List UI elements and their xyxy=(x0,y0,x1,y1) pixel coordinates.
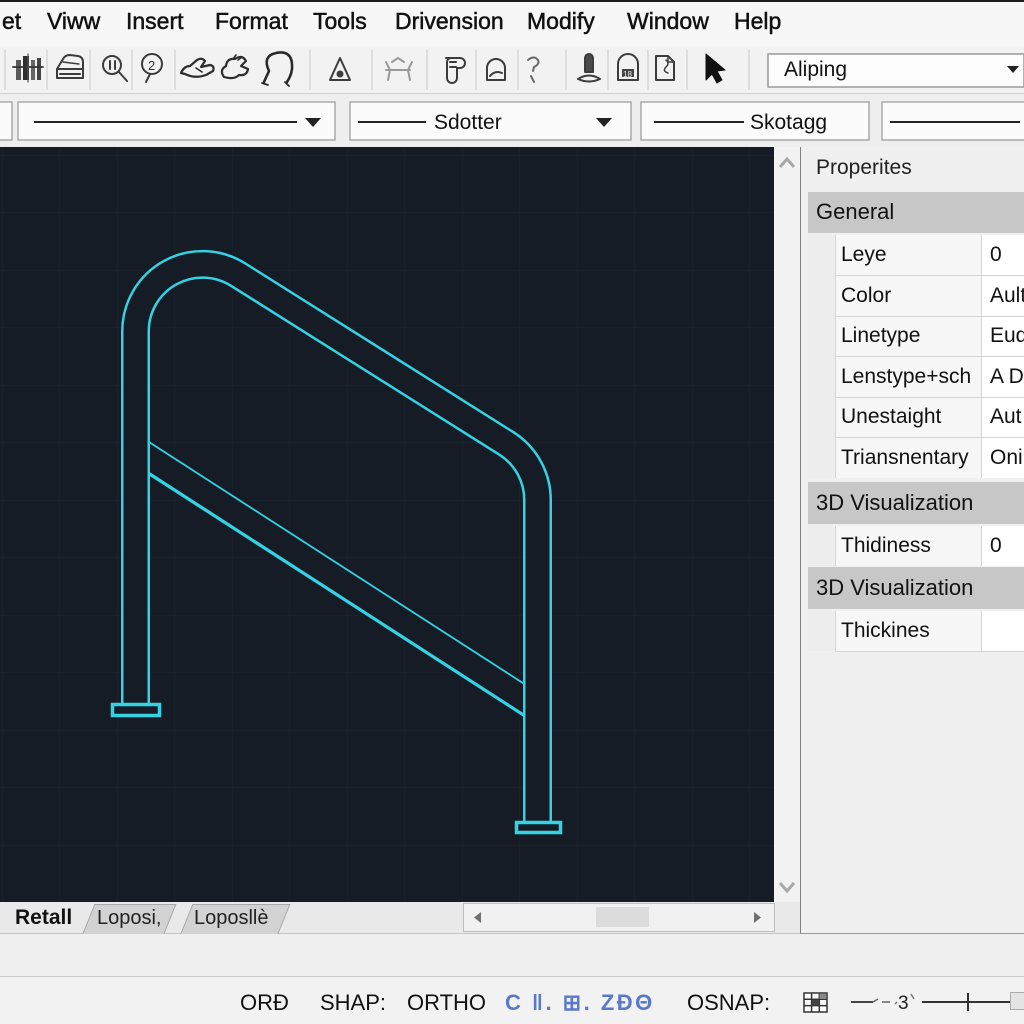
svg-text:2: 2 xyxy=(148,58,155,73)
svg-text:Aliping: Aliping xyxy=(784,58,847,81)
svg-text:18: 18 xyxy=(623,70,632,79)
svg-text:Sdotter: Sdotter xyxy=(434,111,502,134)
svg-text:Skotagg: Skotagg xyxy=(750,111,827,134)
svg-text:3: 3 xyxy=(898,993,909,1014)
